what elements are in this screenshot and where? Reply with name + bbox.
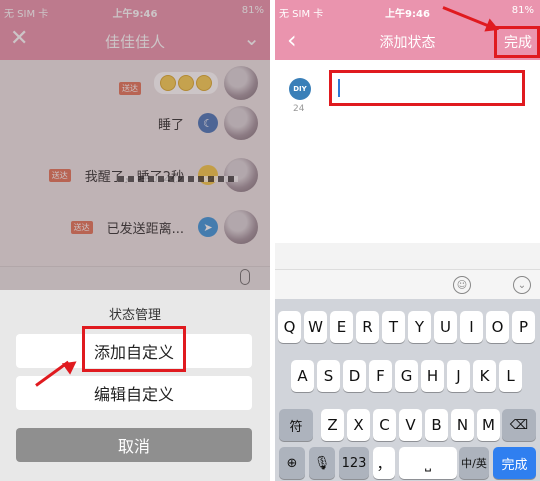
key-y[interactable]: Y (408, 311, 431, 343)
space-key[interactable]: ⎵ (399, 447, 457, 479)
key-g[interactable]: G (395, 360, 418, 392)
keyboard: QWERTYUIOP ASDFGHJKL ZXCVBNM 符 ⌫ ⊕ 🎙 123… (275, 299, 540, 481)
symbol-key[interactable]: 符 (279, 409, 313, 441)
key-i[interactable]: I (460, 311, 483, 343)
key-h[interactable]: H (421, 360, 444, 392)
character-count: 24 (293, 104, 305, 114)
key-q[interactable]: Q (278, 311, 301, 343)
action-sheet: 状态管理 添加自定义 编辑自定义 取消 (0, 290, 270, 481)
right-screenshot: 无 SIM 卡 上午9:46 81% ‹ 添加状态 完成 DIY 24 ☺ ⌄ … (275, 0, 540, 481)
highlight-box (82, 326, 186, 372)
clock-label: 上午9:46 (385, 9, 430, 20)
left-screenshot: 无 SIM 卡 上午9:46 81% ✕ 佳佳佳人 ⌄ 送达 睡了 ☾ 送达 我… (0, 0, 270, 481)
globe-icon[interactable]: ⊕ (279, 447, 305, 479)
numbers-key[interactable]: 123 (339, 447, 369, 479)
key-k[interactable]: K (473, 360, 496, 392)
key-v[interactable]: V (399, 409, 422, 441)
key-n[interactable]: N (451, 409, 474, 441)
diy-icon[interactable]: DIY (289, 78, 311, 100)
cancel-button[interactable]: 取消 (16, 428, 252, 462)
delete-key[interactable]: ⌫ (502, 409, 536, 441)
key-j[interactable]: J (447, 360, 470, 392)
key-o[interactable]: O (486, 311, 509, 343)
chevron-down-icon[interactable]: ⌄ (513, 276, 531, 294)
highlight-box (494, 26, 540, 58)
key-f[interactable]: F (369, 360, 392, 392)
battery-label: 81% (511, 5, 534, 16)
key-p[interactable]: P (512, 311, 535, 343)
key-r[interactable]: R (356, 311, 379, 343)
keyboard-done-key[interactable]: 完成 (493, 447, 536, 479)
key-b[interactable]: B (425, 409, 448, 441)
status-editor: DIY 24 (275, 60, 540, 243)
key-x[interactable]: X (347, 409, 370, 441)
key-z[interactable]: Z (321, 409, 344, 441)
key-c[interactable]: C (373, 409, 396, 441)
language-key[interactable]: 中/英 (459, 447, 489, 479)
key-m[interactable]: M (477, 409, 500, 441)
key-u[interactable]: U (434, 311, 457, 343)
emoji-icon[interactable]: ☺ (453, 276, 471, 294)
key-w[interactable]: W (304, 311, 327, 343)
key-d[interactable]: D (343, 360, 366, 392)
input-toolbar: ☺ ⌄ (275, 269, 540, 299)
key-l[interactable]: L (499, 360, 522, 392)
comma-key[interactable]: ， (373, 447, 395, 479)
text-cursor (338, 79, 340, 97)
status-text-input[interactable] (329, 70, 525, 106)
key-s[interactable]: S (317, 360, 340, 392)
key-t[interactable]: T (382, 311, 405, 343)
sheet-title: 状态管理 (108, 308, 161, 323)
edit-custom-button[interactable]: 编辑自定义 (16, 376, 252, 410)
key-a[interactable]: A (291, 360, 314, 392)
status-bar: 无 SIM 卡 上午9:46 81% (275, 0, 540, 22)
modal-overlay[interactable] (0, 0, 270, 290)
microphone-icon[interactable]: 🎙 (309, 447, 335, 479)
key-e[interactable]: E (330, 311, 353, 343)
